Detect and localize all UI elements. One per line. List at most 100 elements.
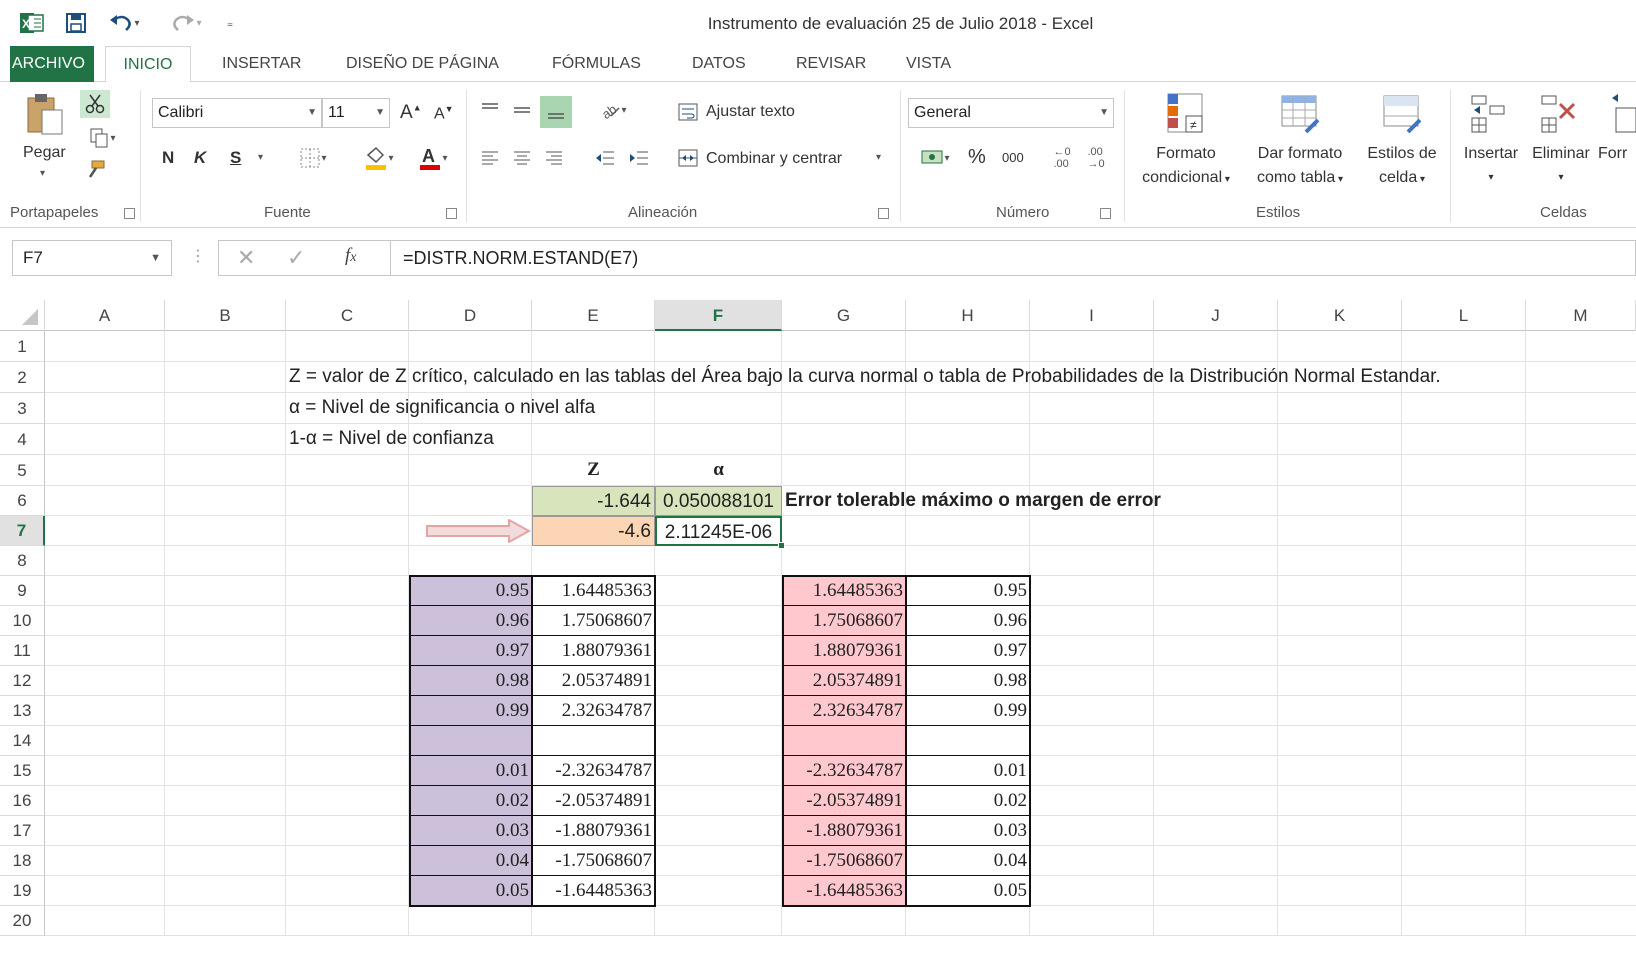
right-table-cell[interactable]: 0.96 [906, 606, 1030, 636]
column-header-b[interactable]: B [165, 300, 286, 331]
confirm-formula-icon[interactable]: ✓ [287, 245, 305, 271]
tab-formulas[interactable]: FÓRMULAS [542, 46, 651, 82]
merge-center-button[interactable]: Combinar y centrar [706, 150, 842, 168]
column-header-g[interactable]: G [782, 300, 906, 331]
right-table-cell[interactable] [782, 726, 906, 756]
font-name-combo[interactable]: Calibri ▼ [152, 98, 322, 128]
delete-cells-icon[interactable] [1538, 92, 1582, 134]
row-header-6[interactable]: 6 [0, 486, 45, 516]
insert-function-icon[interactable]: fx [345, 245, 357, 267]
align-middle-icon[interactable] [508, 96, 536, 124]
left-table-cell[interactable]: 0.03 [409, 816, 532, 846]
select-all-corner[interactable] [0, 300, 45, 331]
column-header-c[interactable]: C [286, 300, 409, 331]
row-header-17[interactable]: 17 [0, 816, 45, 846]
right-table-cell[interactable]: 2.05374891 [782, 666, 906, 696]
number-launcher-icon[interactable] [1100, 208, 1111, 219]
format-cells-button[interactable]: Forr [1598, 142, 1636, 166]
row-header-15[interactable]: 15 [0, 756, 45, 786]
tab-inicio[interactable]: INICIO [105, 46, 191, 83]
right-table-cell[interactable]: 1.64485363 [782, 576, 906, 606]
tab-archivo[interactable]: ARCHIVO [10, 46, 94, 82]
row-header-1[interactable]: 1 [0, 331, 45, 362]
cell-c3[interactable]: α = Nivel de significancia o nivel alfa [286, 393, 598, 424]
right-table-cell[interactable]: -1.75068607 [782, 846, 906, 876]
insert-cells-icon[interactable] [1468, 92, 1512, 134]
row-header-12[interactable]: 12 [0, 666, 45, 696]
format-as-table-button[interactable]: Dar formato como tabla ▾ [1244, 142, 1356, 192]
increase-decimal-icon[interactable]: ←0.00 [1046, 142, 1078, 174]
align-center-icon[interactable] [508, 144, 536, 172]
tab-insertar[interactable]: INSERTAR [212, 46, 311, 82]
column-header-d[interactable]: D [409, 300, 532, 331]
column-header-e[interactable]: E [532, 300, 655, 331]
row-header-9[interactable]: 9 [0, 576, 45, 606]
row-header-4[interactable]: 4 [0, 424, 45, 455]
left-table-cell[interactable]: -1.75068607 [532, 846, 655, 876]
align-bottom-icon[interactable] [540, 96, 572, 128]
left-table-cell[interactable]: -2.05374891 [532, 786, 655, 816]
left-table-cell[interactable]: 0.97 [409, 636, 532, 666]
left-table-cell[interactable]: 2.32634787 [532, 696, 655, 726]
right-table-cell[interactable]: -1.88079361 [782, 816, 906, 846]
percent-button[interactable]: % [968, 146, 986, 169]
column-header-a[interactable]: A [45, 300, 165, 331]
cell-f7[interactable]: 2.11245E-06 [655, 516, 782, 546]
cell-c4[interactable]: 1-α = Nivel de confianza [286, 424, 497, 455]
row-header-5[interactable]: 5 [0, 455, 45, 486]
cell-e6[interactable]: -1.644 [532, 486, 655, 516]
column-header-l[interactable]: L [1402, 300, 1526, 331]
left-table-cell[interactable]: 0.95 [409, 576, 532, 606]
cell-styles-button[interactable]: Estilos de celda ▾ [1356, 142, 1448, 192]
right-table-cell[interactable]: 0.98 [906, 666, 1030, 696]
row-header-19[interactable]: 19 [0, 876, 45, 906]
tab-datos[interactable]: DATOS [682, 46, 756, 82]
column-header-f[interactable]: F [655, 300, 782, 331]
italic-button[interactable]: K [194, 148, 206, 168]
conditional-format-button[interactable]: Formato condicional ▾ [1130, 142, 1242, 192]
left-table-cell[interactable]: 1.88079361 [532, 636, 655, 666]
right-table-cell[interactable]: 0.97 [906, 636, 1030, 666]
row-header-8[interactable]: 8 [0, 546, 45, 576]
insert-cells-button[interactable]: Insertar ▾ [1456, 142, 1526, 190]
right-table-cell[interactable]: 1.88079361 [782, 636, 906, 666]
cell-f5[interactable]: α [655, 455, 782, 486]
row-header-2[interactable]: 2 [0, 362, 45, 393]
grow-font-icon[interactable]: A▲ [400, 102, 422, 124]
clipboard-launcher-icon[interactable] [124, 208, 135, 219]
cell-e5[interactable]: Z [532, 455, 655, 486]
format-cells-icon[interactable] [1610, 92, 1636, 134]
right-table-cell[interactable]: -1.64485363 [782, 876, 906, 906]
cancel-formula-icon[interactable]: ✕ [237, 245, 255, 271]
fill-color-icon[interactable]: ▾ [356, 142, 402, 174]
decrease-decimal-icon[interactable]: .00 →0 [1080, 142, 1112, 174]
cell-f6[interactable]: 0.050088101 [655, 486, 782, 516]
font-launcher-icon[interactable] [446, 208, 457, 219]
left-table-cell[interactable]: 0.99 [409, 696, 532, 726]
conditional-format-icon[interactable]: ≠ [1164, 92, 1208, 134]
row-header-3[interactable]: 3 [0, 393, 45, 424]
merge-dropdown-icon[interactable]: ▾ [876, 152, 881, 163]
right-table-cell[interactable]: 0.05 [906, 876, 1030, 906]
align-right-icon[interactable] [540, 144, 568, 172]
tab-revisar[interactable]: REVISAR [786, 46, 876, 82]
wrap-text-icon[interactable] [674, 98, 702, 126]
formula-input[interactable]: =DISTR.NORM.ESTAND(E7) [390, 240, 1636, 276]
paste-dropdown-icon[interactable]: ▾ [40, 168, 45, 179]
format-as-table-icon[interactable] [1278, 92, 1322, 134]
column-header-k[interactable]: K [1278, 300, 1402, 331]
left-table-cell[interactable] [409, 726, 532, 756]
underline-button[interactable]: S [230, 148, 241, 168]
cell-g6[interactable]: Error tolerable máximo o margen de error [782, 486, 1164, 516]
format-painter-icon[interactable] [80, 156, 110, 184]
align-left-icon[interactable] [476, 144, 504, 172]
left-table-cell[interactable]: 0.01 [409, 756, 532, 786]
right-table-cell[interactable]: 1.75068607 [782, 606, 906, 636]
row-header-16[interactable]: 16 [0, 786, 45, 816]
left-table-cell[interactable]: 0.04 [409, 846, 532, 876]
right-table-cell[interactable]: 0.95 [906, 576, 1030, 606]
borders-icon[interactable]: ▾ [290, 144, 336, 172]
bold-button[interactable]: N [162, 148, 174, 168]
formula-bar-grip-icon[interactable]: ⋮ [190, 246, 206, 266]
cut-icon[interactable] [80, 90, 110, 118]
